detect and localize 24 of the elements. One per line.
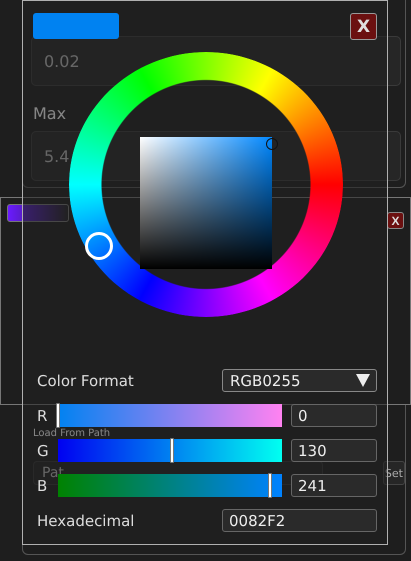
color-swatch[interactable] — [33, 13, 119, 39]
close-button[interactable]: X — [350, 13, 377, 40]
slider-thumb[interactable] — [56, 403, 60, 428]
channel-slider[interactable] — [58, 439, 282, 462]
channel-value-field[interactable]: 130 — [291, 439, 377, 462]
close-button[interactable]: X — [387, 212, 404, 229]
slider-thumb[interactable] — [268, 473, 272, 498]
channel-label: G — [37, 442, 50, 460]
channel-value-field[interactable]: 241 — [291, 474, 377, 497]
gradient-bar[interactable] — [7, 204, 69, 222]
hue-handle[interactable] — [85, 232, 114, 260]
slider-thumb[interactable] — [170, 438, 174, 463]
channel-value-field[interactable]: 0 — [291, 404, 377, 427]
hexadecimal-label: Hexadecimal — [37, 512, 136, 530]
hex-field[interactable]: 0082F2 — [222, 509, 377, 532]
color-format-label: Color Format — [37, 372, 135, 390]
color-format-dropdown[interactable]: RGB0255 — [222, 369, 377, 392]
saturation-brightness-square[interactable] — [140, 137, 272, 269]
max-label: Max — [33, 104, 66, 123]
color-handle[interactable] — [266, 138, 278, 150]
load-from-path-label: Load From Path — [33, 429, 112, 439]
dropdown-triangle-icon — [356, 374, 370, 387]
channel-slider[interactable] — [58, 404, 282, 427]
channel-label: R — [37, 406, 48, 424]
